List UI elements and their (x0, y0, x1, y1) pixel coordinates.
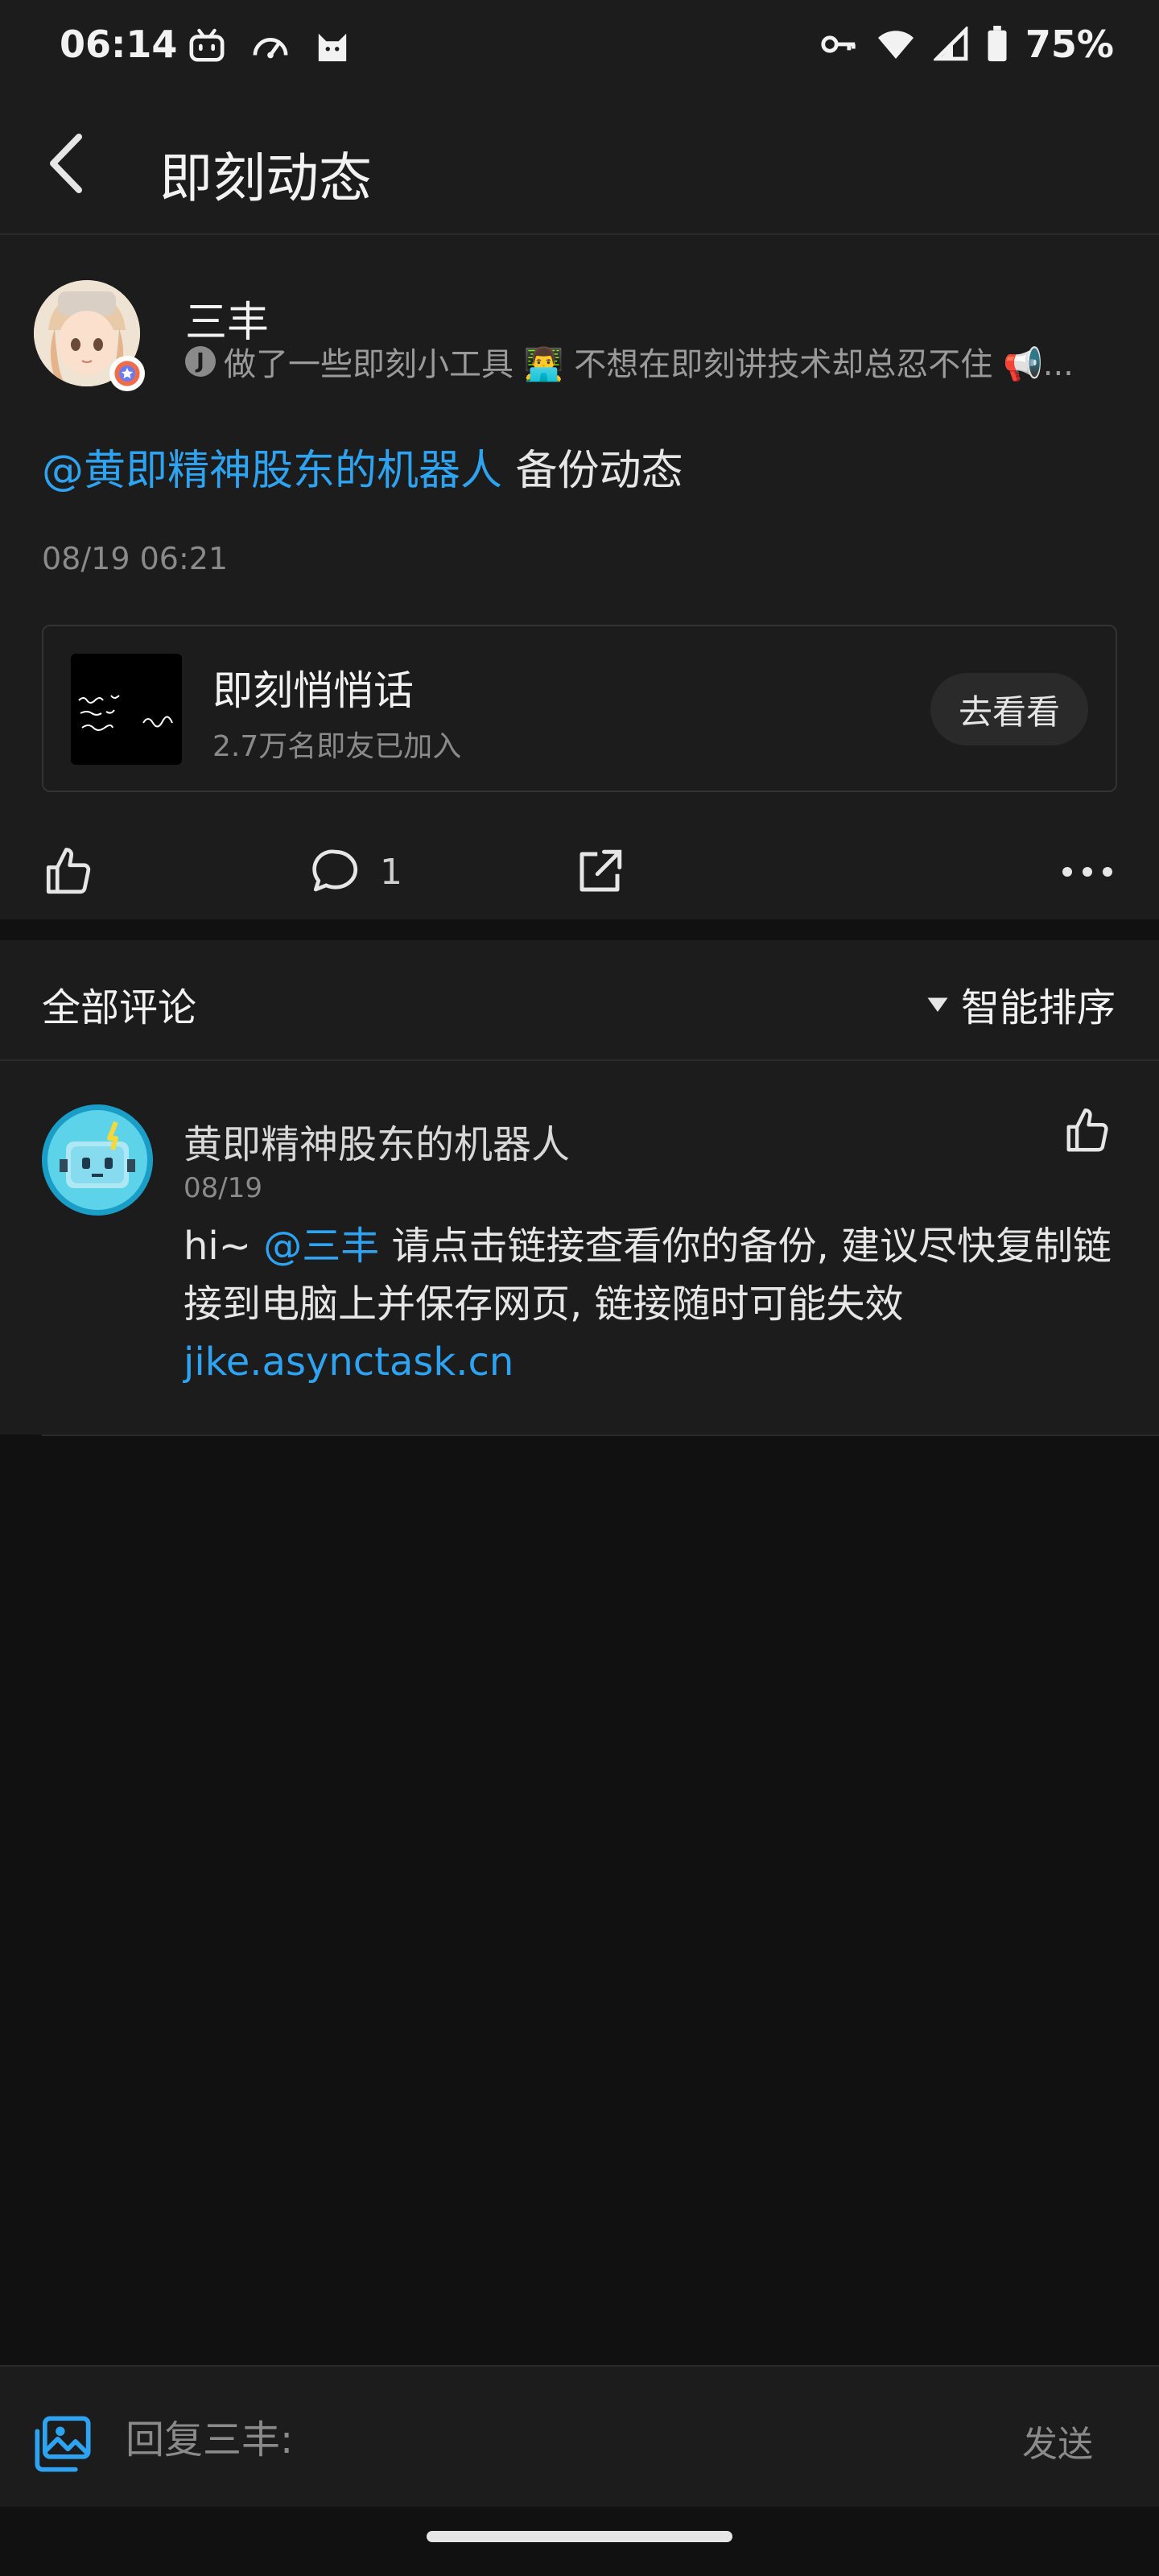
comment-item: 黄即精神股东的机器人 08/19 hi~ @三丰 请点击链接查看你的备份, 建议… (0, 1061, 1159, 1435)
comments-header: 全部评论 智能排序 (0, 940, 1159, 1061)
signal-icon (933, 27, 968, 61)
post-card: 三丰 J 做了一些即刻小工具 👨‍💻 不想在即刻讲技术却总忍不住 📢... @黄… (0, 235, 1159, 919)
sort-dropdown[interactable]: 智能排序 (926, 976, 1116, 1032)
cat-icon (318, 33, 347, 62)
topic-title: 即刻悄悄话 (212, 667, 414, 714)
speedometer-icon (253, 38, 288, 59)
view-topic-button[interactable]: 去看看 (930, 673, 1088, 745)
app-header: 即刻动态 (0, 95, 1159, 235)
comment-text: hi~ @三丰 请点击链接查看你的备份, 建议尽快复制链接到电脑上并保存网页, … (184, 1217, 1117, 1391)
post-timestamp: 08/19 06:21 (42, 541, 229, 576)
image-attach-icon (35, 2416, 91, 2472)
handwriting-thumbnail-image (78, 695, 173, 731)
page-title: 即刻动态 (159, 147, 372, 209)
commenter-avatar[interactable] (42, 1104, 153, 1216)
comment-divider (42, 1435, 1159, 1436)
more-options-button[interactable] (1059, 845, 1116, 902)
author-bio: J 做了一些即刻小工具 👨‍💻 不想在即刻讲技术却总忍不住 📢... (185, 338, 1074, 385)
status-icons-right: 75% (819, 23, 1114, 66)
topic-card[interactable]: 即刻悄悄话 2.7万名即友已加入 去看看 (42, 625, 1117, 792)
comments-title: 全部评论 (42, 985, 197, 1030)
post-actions: 1 (0, 831, 1159, 911)
comment-bubble-icon (312, 849, 358, 892)
reply-input[interactable] (124, 2413, 852, 2467)
chevron-left-icon (50, 134, 82, 193)
post-text: 备份动态 (502, 447, 683, 495)
jike-badge-icon: J (185, 346, 216, 377)
vpn-key-icon (821, 35, 856, 53)
status-icons-left (188, 27, 349, 64)
caret-down-icon (927, 997, 948, 1012)
battery-percent: 75% (1025, 23, 1114, 66)
battery-icon (988, 26, 1007, 62)
comment-count: 1 (380, 851, 402, 893)
comment-mention-link[interactable]: @三丰 (263, 1224, 379, 1269)
send-button[interactable]: 发送 (1022, 2415, 1093, 2467)
status-bar: 06:14 75% (0, 0, 1159, 95)
topic-thumbnail (71, 654, 182, 765)
like-button[interactable] (42, 845, 95, 902)
author-bio-text: 做了一些即刻小工具 👨‍💻 不想在即刻讲技术却总忍不住 📢... (224, 346, 1074, 383)
system-nav-area (0, 2507, 1159, 2576)
verified-badge (109, 356, 145, 391)
thumbs-up-icon (46, 848, 91, 894)
topic-member-count: 2.7万名即友已加入 (212, 730, 462, 763)
commenter-name[interactable]: 黄即精神股东的机器人 (184, 1113, 570, 1169)
comment-url-link[interactable]: jike.asynctask.cn (184, 1340, 514, 1385)
bilibili-icon (189, 28, 225, 62)
more-dots-icon (1062, 867, 1112, 877)
comment-date: 08/19 (184, 1172, 262, 1204)
comment-like-button[interactable] (1062, 1106, 1112, 1159)
wifi-icon (877, 31, 914, 59)
attach-image-button[interactable] (32, 2413, 93, 2478)
home-indicator[interactable] (427, 2531, 732, 2542)
reply-bar: 发送 (0, 2365, 1159, 2508)
post-content: @黄即精神股东的机器人 备份动态 (42, 436, 683, 497)
share-button[interactable] (573, 845, 626, 902)
share-icon (580, 849, 622, 892)
comment-prefix: hi~ (184, 1224, 264, 1269)
badge-star-icon (114, 361, 140, 386)
back-button[interactable] (40, 127, 97, 200)
status-time: 06:14 (60, 23, 178, 66)
comment-button[interactable]: 1 (309, 845, 402, 898)
post-mention-link[interactable]: @黄即精神股东的机器人 (42, 447, 502, 495)
thumbs-up-icon (1066, 1108, 1108, 1152)
robot-avatar-image (42, 1104, 153, 1216)
sort-label: 智能排序 (960, 985, 1116, 1030)
